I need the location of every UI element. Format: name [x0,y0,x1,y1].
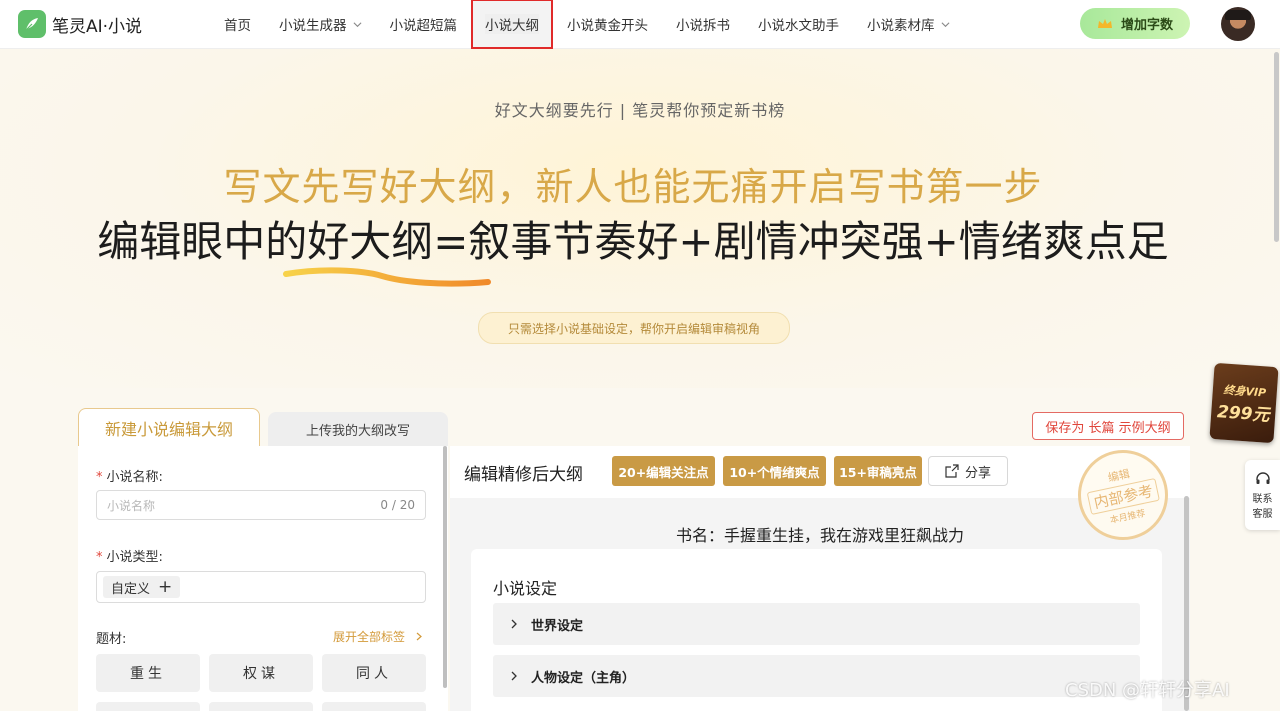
crown-icon [1097,18,1112,28]
badge-review-highlights: 15+审稿亮点 [834,456,922,486]
top-navbar: 笔灵AI·小说 首页 小说生成器 小说超短篇 小说大纲 小说黄金开头 小说拆书 … [0,0,1280,49]
accordion-label: 世界设定 [531,618,584,634]
name-placeholder: 小说名称 [107,498,156,513]
chevron-down-icon [941,21,949,27]
nav-label: 小说超短篇 [389,18,458,34]
nav-home[interactable]: 首页 [210,0,265,48]
label-text: 小说名称: [106,470,163,485]
support-line2: 客服 [1252,508,1273,520]
novel-name-label: * 小说名称: [96,470,163,485]
chevron-right-icon [511,671,517,681]
genre-label: 题材: [96,632,127,647]
save-example-outline-button[interactable]: 保存为 长篇 示例大纲 [1032,412,1184,440]
nav-novel-generator[interactable]: 小说生成器 [265,0,376,48]
expand-tags-label: 展开全部标签 [333,630,406,644]
plus-icon[interactable]: + [158,577,172,597]
genre-tag-intrigue[interactable]: 权谋 [209,654,313,692]
watermark: CSDN @轩轩分享AI [1065,680,1230,701]
support-line1: 联系 [1252,493,1273,505]
add-words-button[interactable]: 增加字数 [1080,8,1190,39]
avatar-hat [1225,10,1251,20]
accordion-character-setting[interactable]: 人物设定（主角） [493,655,1140,697]
hero-title-gold: 写文先写好大纲，新人也能无痛开启写书第一步 [223,165,1043,209]
nav-label: 小说拆书 [676,18,730,34]
refined-outline-panel: 编辑精修后大纲 20+编辑关注点 10+个情绪爽点 15+审稿亮点 分享 编辑 … [450,446,1190,711]
nav-material-library[interactable]: 小说素材库 [853,0,964,48]
share-label: 分享 [964,465,991,481]
nav-book-breakdown[interactable]: 小说拆书 [662,0,744,48]
stamp-top: 编辑 [1106,467,1132,485]
novel-type-field[interactable]: 自定义 + [96,571,426,603]
novel-name-input[interactable]: 小说名称 0 / 20 [96,490,426,520]
tab-upload-outline[interactable]: 上传我的大纲改写 [268,412,448,446]
vip-price: 299元 [1216,401,1271,426]
add-words-label: 增加字数 [1120,18,1173,33]
hero-title-dark: 编辑眼中的好大纲=叙事节奏好+剧情冲突强+情绪爽点足 [97,217,1169,266]
nav-golden-opening[interactable]: 小说黄金开头 [553,0,662,48]
nav-label: 小说黄金开头 [567,18,648,34]
settings-title: 小说设定 [493,579,558,598]
type-tag-label: 自定义 [111,581,151,597]
main-nav: 首页 小说生成器 小说超短篇 小说大纲 小说黄金开头 小说拆书 小说水文助手 小… [210,0,964,49]
page-scrollbar[interactable] [1274,52,1279,242]
genre-tag-fanfic[interactable]: 同人 [322,654,426,692]
form-scrollbar[interactable] [443,446,447,688]
logo[interactable]: 笔灵AI·小说 [18,10,142,38]
nav-label: 小说素材库 [867,18,935,34]
hero-sub-slogan: 好文大纲要先行 | 笔灵帮你预定新书榜 [494,101,786,120]
feather-logo-icon [18,10,46,38]
badge-emotion-points: 10+个情绪爽点 [723,456,826,486]
genre-tag-more[interactable] [209,702,313,711]
genre-tag-rebirth[interactable]: 重生 [96,654,200,692]
nav-label: 小说生成器 [279,18,347,34]
avatar[interactable] [1221,7,1255,41]
hint-pill: 只需选择小说基础设定，帮你开启编辑审稿视角 [478,312,790,344]
hero-section: 好文大纲要先行 | 笔灵帮你预定新书榜 写文先写好大纲，新人也能无痛开启写书第一… [0,48,1280,388]
nav-label: 首页 [224,18,251,34]
novel-type-label: * 小说类型: [96,550,163,565]
nav-outline[interactable]: 小说大纲 [471,0,553,49]
share-button[interactable]: 分享 [928,456,1008,486]
novel-settings-card: 小说设定 世界设定 人物设定（主角） [471,549,1162,711]
headset-icon [1255,471,1270,484]
nav-short-story[interactable]: 小说超短篇 [376,0,472,48]
outline-form: * 小说名称: 小说名称 0 / 20 * 小说类型: 自定义 + 题材: 展开全部… [78,446,448,711]
genre-tag-more[interactable] [322,702,426,711]
label-text: 小说类型: [106,550,163,565]
badge-editor-focus: 20+编辑关注点 [612,456,715,486]
result-title: 编辑精修后大纲 [464,465,583,485]
nav-label: 小说大纲 [485,14,539,34]
book-name: 书名：手握重生挂，我在游戏里狂飙战力 [675,526,964,545]
chevron-right-icon [511,619,517,629]
genre-tag-more[interactable] [96,702,200,711]
lifetime-vip-promo[interactable]: 终身VIP 299元 [1209,362,1279,444]
customer-service-button[interactable]: 联系 客服 [1245,460,1280,530]
tab-new-outline[interactable]: 新建小说编辑大纲 [78,408,260,446]
custom-type-tag[interactable]: 自定义 + [103,576,181,598]
share-icon [945,464,959,478]
chevron-down-icon [353,21,361,27]
accordion-world-setting[interactable]: 世界设定 [493,603,1140,645]
nav-label: 小说水文助手 [758,18,839,34]
name-char-counter: 0 / 20 [380,498,415,512]
underline-swoosh-icon [283,267,491,287]
nav-filler-assistant[interactable]: 小说水文助手 [744,0,853,48]
accordion-label: 人物设定（主角） [531,670,636,686]
logo-text: 笔灵AI·小说 [52,16,143,37]
expand-tags-link[interactable]: 展开全部标签 [333,628,423,645]
chevron-right-icon [416,632,422,641]
